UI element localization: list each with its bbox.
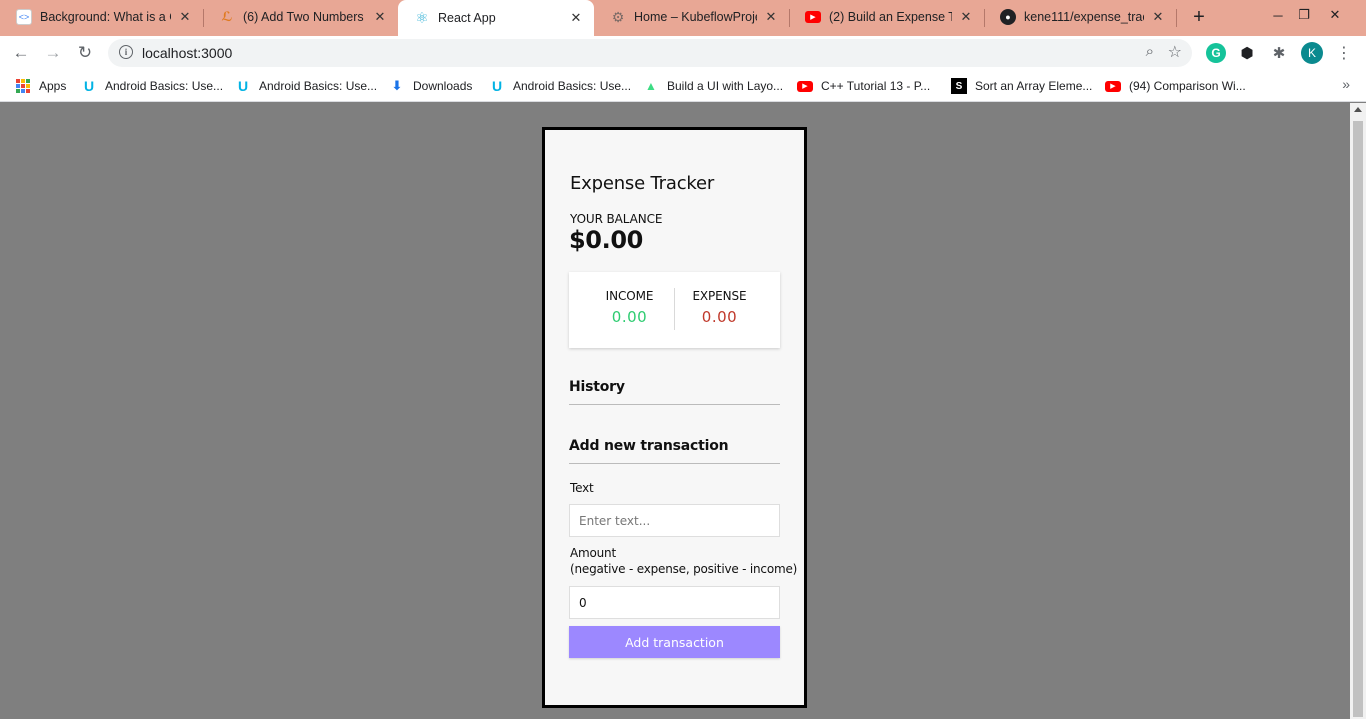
tab-github[interactable]: ● kene111/expense_tracke ✕ [984,0,1176,34]
tab-add-two-numbers[interactable]: ℒ (6) Add Two Numbers - L ✕ [203,0,398,34]
close-icon[interactable]: ✕ [763,9,779,25]
udacity-icon: U [491,78,503,94]
amount-label: Amount [570,546,616,560]
leetcode-icon: ℒ [221,9,233,24]
expense-column: EXPENSE 0.00 [667,289,772,326]
expense-value: 0.00 [701,308,738,326]
bookmark-label: Sort an Array Eleme... [975,79,1093,93]
new-tab-button[interactable]: + [1188,6,1210,28]
app-title: Expense Tracker [570,173,715,194]
bookmarks-bar: Apps U Android Basics: Use... U Android … [0,70,1366,102]
close-icon[interactable]: ✕ [1150,9,1166,25]
extensions-puzzle-icon[interactable]: ✱ [1269,43,1289,63]
bookmark-label: Apps [39,79,67,93]
zoom-icon[interactable]: ⌕ [1146,43,1154,60]
page-scrollbar[interactable] [1350,103,1366,719]
bookmark-downloads[interactable]: ⬇ Downloads [389,76,473,96]
back-button[interactable]: ← [8,40,34,66]
browser-toolbar: ← → ↻ i localhost:3000 ⌕ ☆ G ⬢ ✱ K ⋮ [0,36,1366,70]
apps-grid-icon [15,78,31,94]
add-transaction-button[interactable]: Add transaction [569,626,780,658]
reload-button[interactable]: ↻ [72,40,98,66]
bookmark-sort-array[interactable]: S Sort an Array Eleme... [951,76,1092,96]
tab-separator [1176,9,1177,27]
tab-title: kene111/expense_tracke [1024,10,1144,24]
bookmark-label: C++ Tutorial 13 - P... [821,79,931,93]
tab-title: (2) Build an Expense Tra [829,10,952,24]
amount-field-label: Amount (negative - expense, positive - i… [570,545,797,577]
forward-button[interactable]: → [40,40,66,66]
close-icon[interactable]: ✕ [372,9,388,25]
settings-icon: ⚙ [611,8,625,25]
menu-kebab-icon[interactable]: ⋮ [1334,43,1354,63]
address-url[interactable]: localhost:3000 [142,45,232,61]
text-input[interactable] [569,504,780,537]
tab-expense-video[interactable]: ▶ (2) Build an Expense Tra ✕ [789,0,984,34]
address-bar[interactable]: i localhost:3000 ⌕ ☆ [108,39,1192,67]
page-viewport: Expense Tracker YOUR BALANCE $0.00 INCOM… [0,103,1350,719]
profile-avatar[interactable]: K [1301,42,1323,64]
expense-label: EXPENSE [692,289,747,303]
code-icon: <> [16,9,32,25]
bookmark-label: Android Basics: Use... [513,79,632,93]
history-divider [569,404,780,405]
tab-strip: <> Background: What is a G ✕ ℒ (6) Add T… [0,0,1366,36]
tab-title: Background: What is a G [40,10,171,24]
close-icon[interactable]: ✕ [958,9,974,25]
amount-hint: (negative - expense, positive - income) [570,562,798,576]
add-transaction-heading: Add new transaction [569,438,729,454]
youtube-icon: ▶ [797,80,813,92]
bookmark-label: (94) Comparison Wi... [1129,79,1246,93]
close-icon[interactable]: ✕ [568,10,584,26]
youtube-icon: ▶ [805,11,821,23]
tab-title: React App [438,11,496,25]
bookmark-comparison[interactable]: ▶ (94) Comparison Wi... [1105,76,1246,96]
tab-react-app[interactable]: ⚛ React App ✕ [398,0,594,36]
add-transaction-divider [569,463,780,464]
balance-label: YOUR BALANCE [570,212,663,226]
bookmarks-overflow-icon[interactable]: » [1342,76,1350,92]
react-icon: ⚛ [415,10,429,27]
income-expense-box: INCOME 0.00 EXPENSE 0.00 [569,272,780,348]
window-close-button[interactable]: ✕ [1320,0,1350,30]
bookmark-android-basics-1[interactable]: U Android Basics: Use... [81,76,223,96]
bookmark-apps[interactable]: Apps [15,76,66,96]
bookmark-label: Android Basics: Use... [105,79,224,93]
bookmark-android-basics-2[interactable]: U Android Basics: Use... [235,76,377,96]
expense-tracker-container: Expense Tracker YOUR BALANCE $0.00 INCOM… [542,127,807,708]
grammarly-extension-icon[interactable]: G [1206,43,1226,63]
scrollbar-thumb[interactable] [1353,121,1363,717]
youtube-icon: ▶ [1105,80,1121,92]
tab-title: (6) Add Two Numbers - L [243,10,366,24]
balance-value: $0.00 [569,226,643,254]
amount-input[interactable] [569,586,780,619]
history-heading: History [569,379,625,395]
udacity-icon: U [237,78,249,94]
scroll-up-arrow-icon[interactable] [1354,107,1362,112]
bookmark-android-basics-3[interactable]: U Android Basics: Use... [489,76,631,96]
bookmark-cpp-tutorial[interactable]: ▶ C++ Tutorial 13 - P... [797,76,930,96]
bookmark-build-ui[interactable]: ▲ Build a UI with Layo... [643,76,783,96]
udacity-icon: U [83,78,95,94]
download-icon: ⬇ [391,78,403,93]
tab-background[interactable]: <> Background: What is a G ✕ [0,0,203,34]
cube-extension-icon[interactable]: ⬢ [1237,43,1257,63]
text-field-label: Text [570,481,594,495]
info-icon[interactable]: i [119,45,133,59]
close-icon[interactable]: ✕ [177,9,193,25]
bookmark-label: Android Basics: Use... [259,79,378,93]
restore-button[interactable]: ❐ [1289,0,1319,30]
tab-kubeflow[interactable]: ⚙ Home – KubeflowProject ✕ [594,0,789,34]
bookmark-star-icon[interactable]: ☆ [1168,42,1182,62]
bookmark-label: Build a UI with Layo... [667,79,784,93]
tab-title: Home – KubeflowProject [634,10,757,24]
s-icon: S [951,78,967,94]
bookmark-label: Downloads [413,79,473,93]
github-icon: ● [1000,9,1016,25]
android-icon: ▲ [645,79,657,93]
